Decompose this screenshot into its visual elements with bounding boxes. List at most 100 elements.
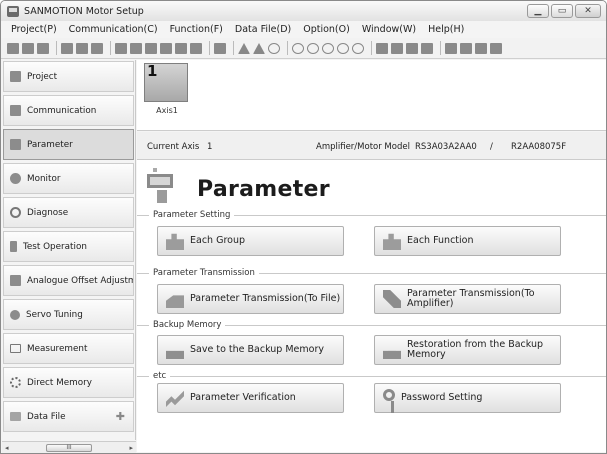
button-label: Save to the Backup Memory [190, 344, 324, 355]
app-window: SANMOTION Motor Setup ▁ ▭ ✕ Project(P) C… [0, 0, 607, 454]
app-icon [7, 5, 19, 17]
new-project-icon[interactable] [7, 42, 19, 54]
sidebar-item-label: Analogue Offset Adjustmen [27, 275, 133, 286]
sidebar-horizontal-scrollbar[interactable]: ◂ III ▸ [2, 441, 136, 453]
save-project-icon[interactable] [37, 42, 49, 54]
close-button[interactable]: ✕ [575, 4, 601, 18]
sidebar-item-label: Direct Memory [27, 377, 92, 388]
group-etc: etc [137, 371, 606, 381]
sidebar: Project Communication Parameter Monitor … [1, 60, 136, 440]
scroll-thumb[interactable]: III [46, 443, 92, 452]
sidebar-item-parameter[interactable]: Parameter [3, 129, 134, 160]
backup-restore-icon[interactable] [190, 42, 202, 54]
sidebar-item-data-file[interactable]: Data File ✚ [3, 401, 134, 432]
sidebar-item-diagnose[interactable]: Diagnose [3, 197, 134, 228]
motor-model: R2AA08075F [511, 142, 567, 152]
menu-function[interactable]: Function(F) [164, 24, 229, 35]
waveform-icon[interactable] [391, 42, 403, 54]
maximize-button[interactable]: ▭ [551, 4, 573, 18]
group-parameter-transmission: Parameter Transmission [137, 268, 606, 278]
button-label: Password Setting [401, 392, 483, 403]
button-label-line2: Memory [407, 349, 446, 360]
test-run-icon[interactable] [337, 42, 349, 54]
toolbar-separator [56, 41, 57, 55]
axis-name: Axis1 [156, 106, 178, 115]
origin-return-icon[interactable] [307, 42, 319, 54]
parameter-verification-button[interactable]: Parameter Verification [157, 383, 344, 413]
servo-on-icon[interactable] [445, 42, 457, 54]
diagnose-icon [10, 207, 21, 218]
sidebar-item-analogue-offset-adjustment[interactable]: Analogue Offset Adjustmen [3, 265, 134, 296]
button-label: Parameter Transmission(To File) [190, 293, 341, 304]
button-label-line2: Amplifier) [407, 298, 454, 309]
gear-function-icon [383, 233, 401, 250]
scroll-right-icon[interactable]: ▸ [129, 444, 133, 452]
diagnose-icon[interactable] [268, 42, 280, 54]
memory-icon[interactable] [421, 42, 433, 54]
param-read-icon[interactable] [115, 42, 127, 54]
jog-icon[interactable] [292, 42, 304, 54]
amplifier-model: RS3A03A2AA0 [415, 142, 477, 152]
key-icon [383, 389, 395, 413]
project-icon [10, 71, 21, 82]
monitor-icon [10, 173, 21, 184]
password-setting-button[interactable]: Password Setting [374, 383, 561, 413]
transmission-to-amplifier-button[interactable]: Parameter Transmission(To Amplifier) [374, 284, 561, 314]
axis-1-tile[interactable]: 1 Axis1 [144, 62, 188, 115]
transmission-to-file-button[interactable]: Parameter Transmission(To File) [157, 284, 344, 314]
menu-data-file[interactable]: Data File(D) [229, 24, 297, 35]
restore-backup-memory-button[interactable]: Restoration from the Backup Memory [374, 335, 561, 365]
servo-off-icon[interactable] [460, 42, 472, 54]
menu-window[interactable]: Window(W) [356, 24, 422, 35]
model-separator: / [490, 142, 493, 152]
sidebar-item-project[interactable]: Project [3, 61, 134, 92]
menu-option[interactable]: Option(O) [297, 24, 356, 35]
sidebar-item-communication[interactable]: Communication [3, 95, 134, 126]
disconnect-icon[interactable] [76, 42, 88, 54]
group-label: Parameter Transmission [149, 268, 259, 278]
sidebar-item-monitor[interactable]: Monitor [3, 163, 134, 194]
group-label: etc [149, 371, 171, 381]
connect-icon[interactable] [61, 42, 73, 54]
axis-number: 1 [147, 62, 158, 80]
group-label: Parameter Setting [149, 210, 235, 220]
positioning-icon[interactable] [322, 42, 334, 54]
warning-icon[interactable] [253, 42, 265, 54]
toolbar-separator [440, 41, 441, 55]
axis-info-bar: Current Axis 1 Amplifier/Motor Model RS3… [137, 132, 606, 160]
param-write-icon[interactable] [130, 42, 142, 54]
minimize-button[interactable]: ▁ [527, 4, 549, 18]
stop-icon[interactable] [352, 42, 364, 54]
menu-help[interactable]: Help(H) [422, 24, 470, 35]
comm-settings-icon[interactable] [91, 42, 103, 54]
sidebar-item-measurement[interactable]: Measurement [3, 333, 134, 364]
sidebar-item-servo-tuning[interactable]: Servo Tuning [3, 299, 134, 330]
measurement-icon [10, 344, 21, 353]
menu-communication[interactable]: Communication(C) [63, 24, 164, 35]
measurement-icon[interactable] [376, 42, 388, 54]
sidebar-item-label: Data File [27, 411, 66, 422]
each-group-button[interactable]: Each Group [157, 226, 344, 256]
analyzer-icon[interactable] [406, 42, 418, 54]
param-file-icon[interactable] [160, 42, 172, 54]
backup-save-icon[interactable] [175, 42, 187, 54]
add-data-file-icon[interactable]: ✚ [116, 410, 125, 423]
button-label: Restoration from the Backup Memory [407, 340, 543, 360]
param-compare-icon[interactable] [145, 42, 157, 54]
gear-group-icon [166, 233, 184, 250]
each-function-button[interactable]: Each Function [374, 226, 561, 256]
data-file-icon [10, 412, 21, 421]
sidebar-item-direct-memory[interactable]: Direct Memory [3, 367, 134, 398]
scroll-left-icon[interactable]: ◂ [5, 444, 9, 452]
alarm-icon[interactable] [238, 42, 250, 54]
help-icon[interactable] [490, 42, 502, 54]
sidebar-item-test-operation[interactable]: Test Operation [3, 231, 134, 262]
current-axis-label: Current Axis [147, 142, 200, 152]
button-label: Parameter Verification [190, 392, 296, 403]
restore-backup-icon [383, 350, 401, 359]
open-project-icon[interactable] [22, 42, 34, 54]
monitor-icon[interactable] [214, 42, 226, 54]
reset-icon[interactable] [475, 42, 487, 54]
save-backup-memory-button[interactable]: Save to the Backup Memory [157, 335, 344, 365]
menu-project[interactable]: Project(P) [5, 24, 63, 35]
